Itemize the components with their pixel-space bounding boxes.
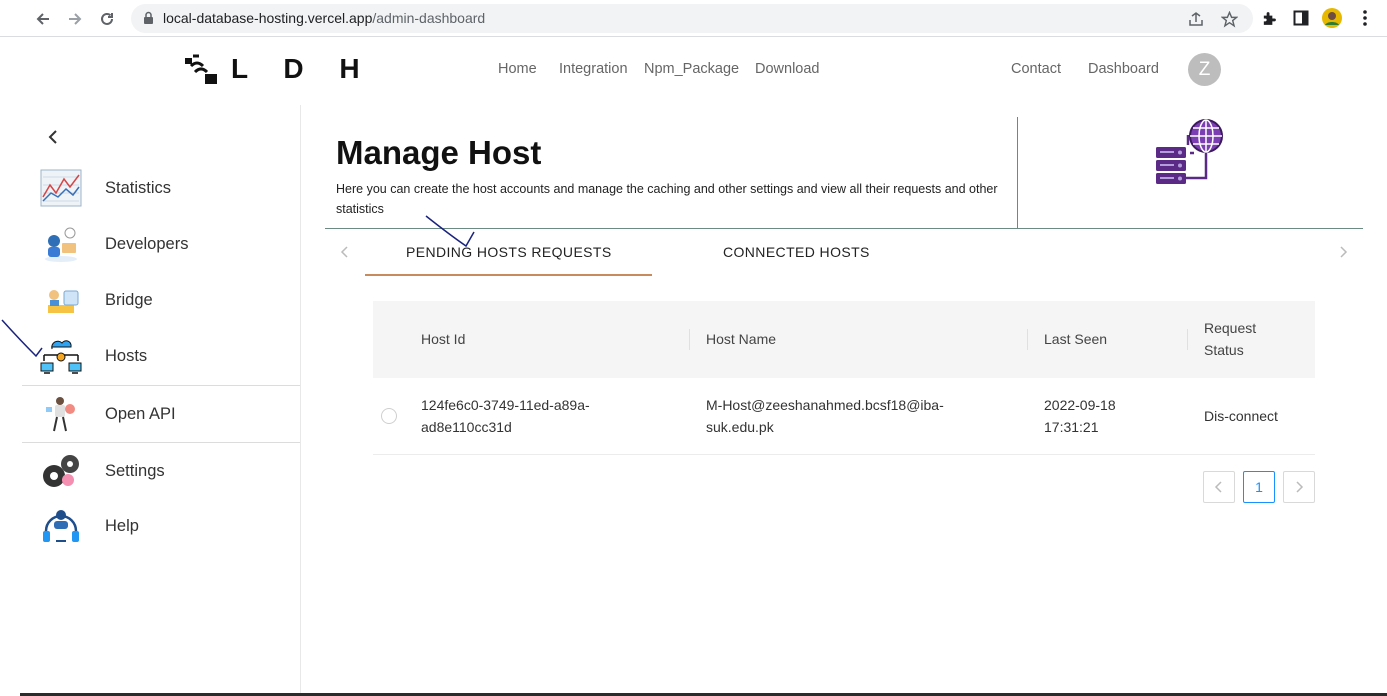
collapse-sidebar-icon[interactable]	[45, 128, 61, 146]
column-header-request-status: Request Status	[1204, 320, 1257, 358]
hosts-network-icon	[40, 340, 82, 374]
sidebar-item-label: Settings	[105, 461, 165, 480]
active-tab-indicator	[365, 274, 652, 276]
menu-dots-icon[interactable]	[1355, 8, 1375, 28]
site-logo[interactable]: L D H	[183, 52, 374, 86]
nav-npm-package[interactable]: Npm_Package	[644, 61, 739, 77]
nav-dashboard[interactable]: Dashboard	[1088, 61, 1159, 77]
tab-pending-hosts-requests[interactable]: PENDING HOSTS REQUESTS	[406, 244, 612, 260]
tabs-next-icon[interactable]	[1337, 245, 1349, 259]
sidebar-item-developers[interactable]: Developers	[22, 216, 300, 272]
server-globe-icon	[1156, 119, 1223, 184]
extensions-icon[interactable]	[1259, 8, 1279, 28]
tabs-prev-icon[interactable]	[339, 245, 351, 259]
sidebar-item-label: Statistics	[105, 178, 172, 197]
column-separator	[1187, 329, 1188, 350]
side-panel-icon[interactable]	[1291, 8, 1311, 28]
address-bar[interactable]: local-database-hosting.vercel.app/admin-…	[131, 4, 1253, 33]
nav-integration[interactable]: Integration	[559, 61, 628, 77]
nav-contact[interactable]: Contact	[1011, 61, 1061, 77]
row-select-radio[interactable]	[381, 408, 397, 424]
logo-signal-icon	[185, 54, 217, 84]
star-icon[interactable]	[1220, 10, 1238, 28]
table-header	[373, 301, 1315, 378]
settings-gears-icon	[43, 455, 79, 487]
sidebar-item-bridge[interactable]: Bridge	[22, 272, 300, 328]
sidebar-item-label: Help	[105, 516, 139, 535]
sidebar-item-hosts[interactable]: Hosts	[22, 328, 300, 384]
column-header-host-id: Host Id	[421, 331, 466, 347]
sidebar-item-help[interactable]: Help	[22, 498, 300, 554]
cell-last-seen: 2022-09-18 17:31:21	[1044, 397, 1116, 435]
user-avatar[interactable]: Z	[1188, 53, 1221, 86]
browser-toolbar: local-database-hosting.vercel.app/admin-…	[0, 0, 1387, 37]
pagination-next-button[interactable]	[1283, 471, 1315, 503]
logo-text: L D H	[231, 53, 374, 84]
column-separator	[689, 329, 690, 350]
sidebar-item-label: Developers	[105, 234, 189, 253]
forward-arrow-icon[interactable]	[63, 7, 87, 31]
sidebar-item-label: Open API	[105, 404, 176, 423]
column-separator	[1027, 329, 1028, 350]
header-horizontal-divider	[325, 228, 1363, 229]
sidebar-divider	[300, 105, 301, 696]
bridge-icon	[48, 290, 79, 313]
help-headset-icon	[43, 510, 79, 542]
sidebar-item-open-api[interactable]: Open API	[22, 386, 300, 442]
lock-icon	[143, 11, 154, 30]
sidebar-item-settings[interactable]: Settings	[22, 443, 300, 499]
pagination-prev-button[interactable]	[1203, 471, 1235, 503]
sidebar-item-label: Bridge	[105, 290, 153, 309]
nav-home[interactable]: Home	[498, 61, 537, 77]
header-vertical-divider	[1017, 117, 1018, 228]
back-arrow-icon[interactable]	[31, 7, 55, 31]
reload-icon[interactable]	[95, 7, 119, 31]
tab-connected-hosts[interactable]: CONNECTED HOSTS	[723, 244, 870, 260]
pagination-page-button[interactable]: 1	[1243, 471, 1275, 503]
developers-icon	[45, 227, 77, 262]
cell-request-status[interactable]: Dis-connect	[1204, 405, 1278, 427]
share-icon[interactable]	[1187, 10, 1205, 28]
sidebar-item-label: Hosts	[105, 346, 148, 365]
profile-avatar-icon[interactable]	[1322, 8, 1342, 28]
cell-host-id: 124fe6c0-3749-11ed-a89a-ad8e110cc31d	[421, 397, 590, 435]
page-title: Manage Host	[336, 134, 542, 171]
column-header-last-seen: Last Seen	[1044, 331, 1108, 347]
cell-host-name: M-Host@zeeshanahmed.bcsf18@iba-suk.edu.p…	[706, 397, 944, 435]
statistics-chart-icon	[40, 169, 82, 207]
column-header-host-name: Host Name	[706, 331, 777, 347]
nav-download[interactable]: Download	[755, 61, 820, 77]
page-description: Here you can create the host accounts an…	[336, 182, 998, 216]
open-api-icon	[46, 397, 75, 432]
sidebar-item-statistics[interactable]: Statistics	[22, 160, 300, 216]
url-text: local-database-hosting.vercel.app/admin-…	[163, 10, 486, 26]
